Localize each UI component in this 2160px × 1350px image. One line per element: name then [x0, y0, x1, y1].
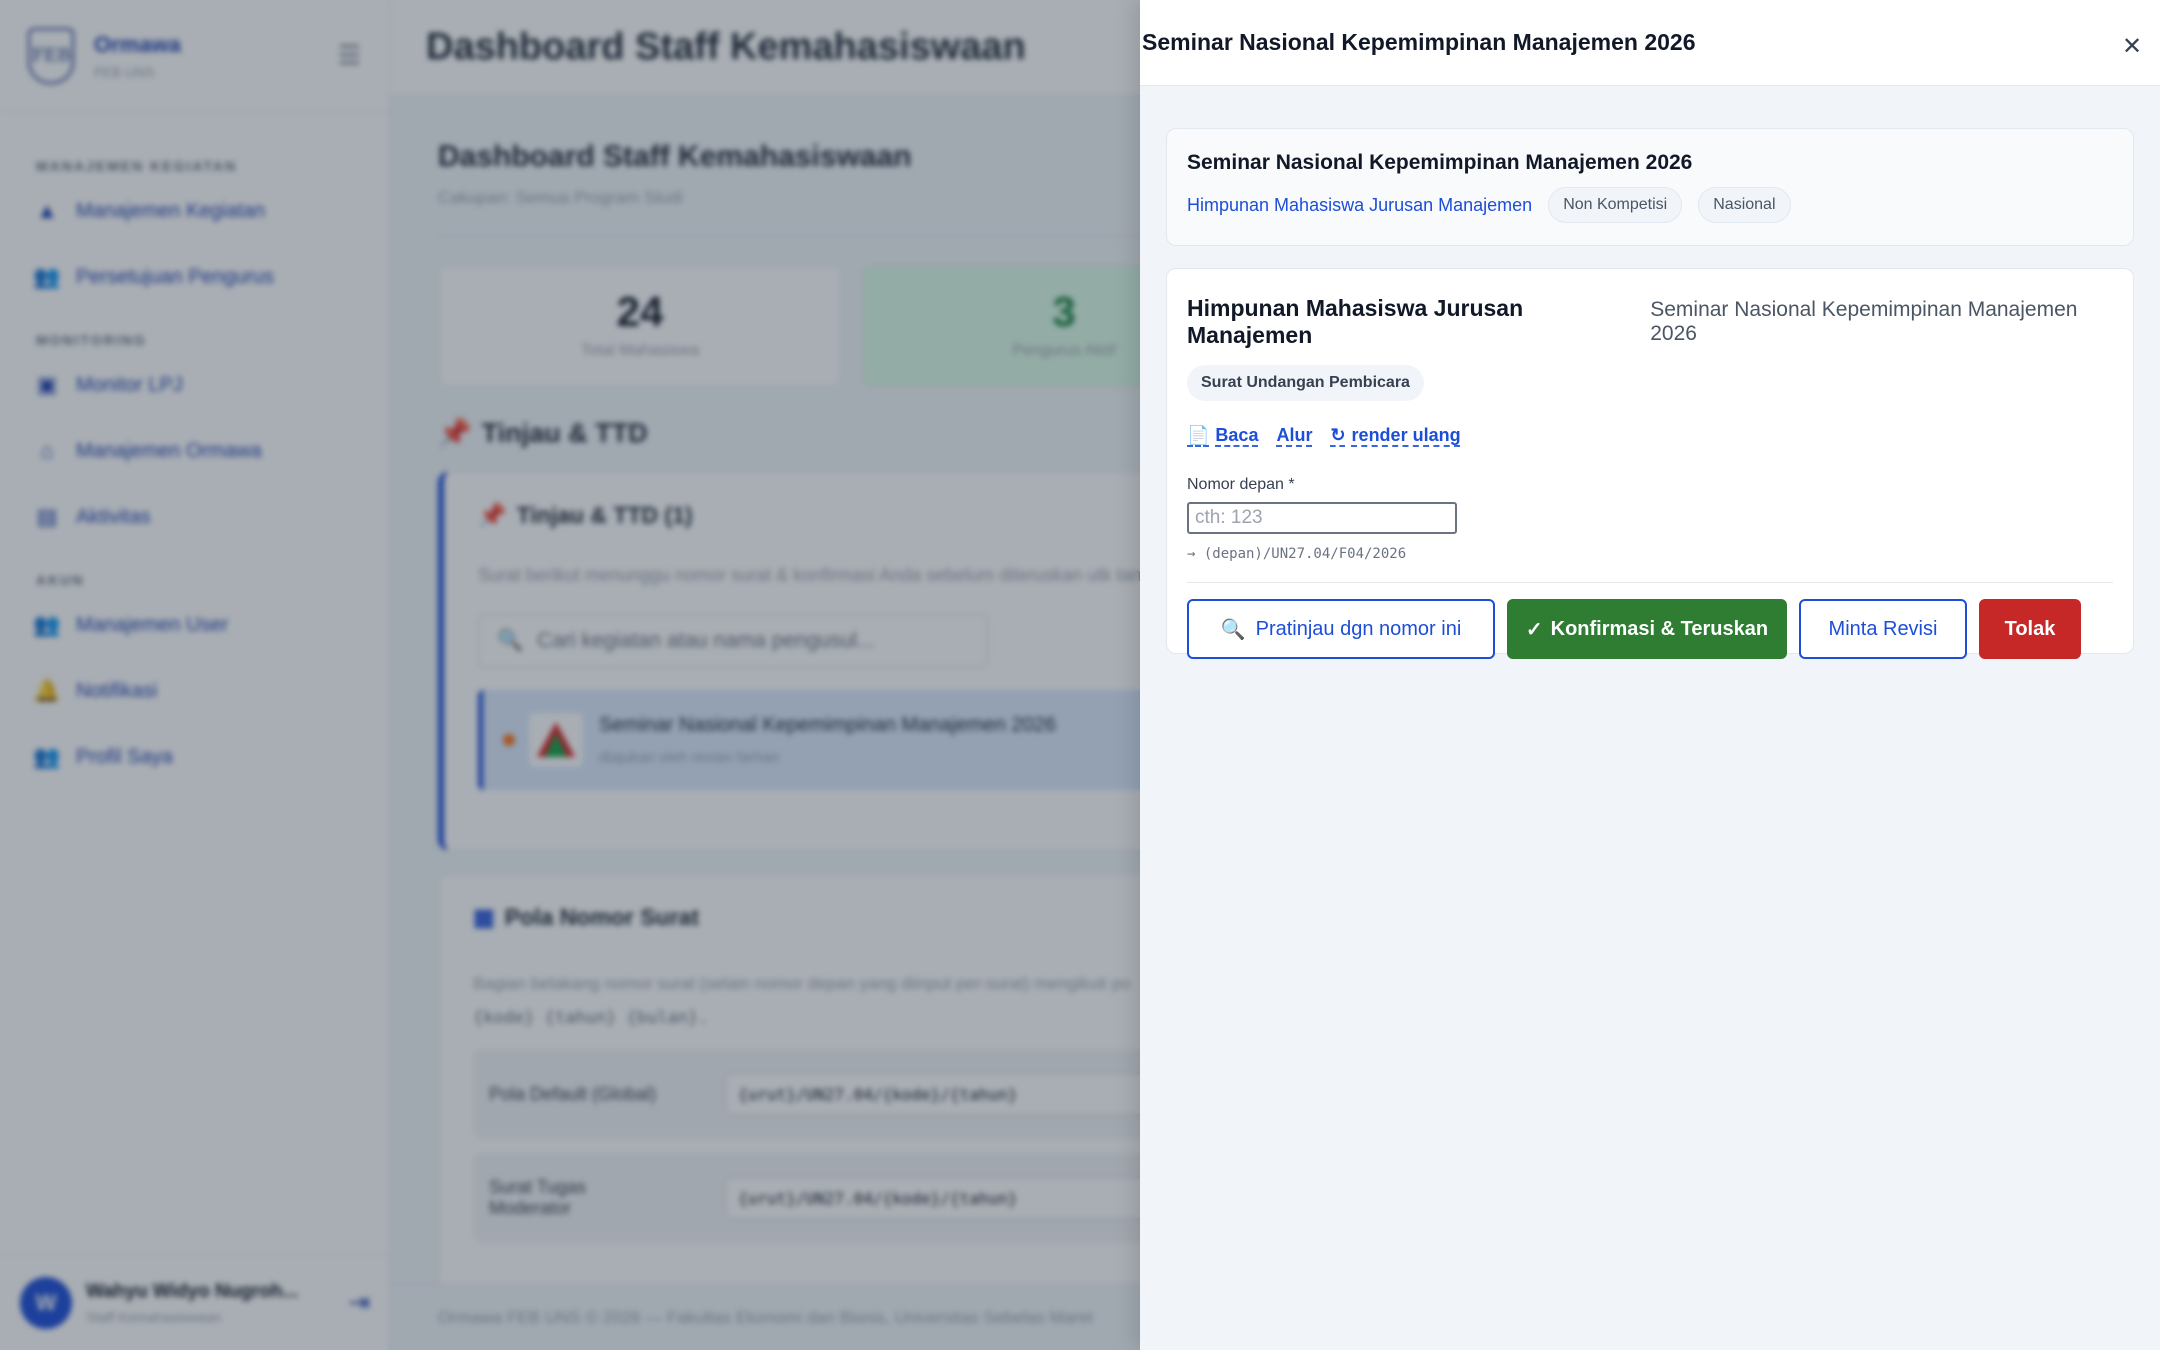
nomor-depan-label: Nomor depan * [1187, 476, 1295, 493]
modal-overlay[interactable] [0, 0, 1140, 1350]
check-icon: ✓ [1525, 618, 1543, 641]
revise-button-label: Minta Revisi [1828, 617, 1938, 640]
read-link-label: Baca [1215, 425, 1259, 445]
reject-button[interactable]: Tolak [1979, 599, 2081, 659]
divider [1187, 582, 2113, 583]
detail-drawer: Seminar Nasional Kepemimpinan Manajemen … [1140, 0, 2160, 1350]
org-link[interactable]: Himpunan Mahasiswa Jurusan Manajemen [1187, 195, 1532, 216]
level-badge: Nasional [1698, 187, 1791, 223]
read-link[interactable]: 📄 Baca [1187, 425, 1258, 446]
flow-link[interactable]: Alur [1276, 425, 1312, 446]
nomor-format-hint: → (depan)/UN27.04/F04/2026 [1187, 546, 1407, 562]
preview-button-label: Pratinjau dgn nomor ini [1255, 617, 1462, 640]
letter-card: Himpunan Mahasiswa Jurusan Manajemen Sem… [1166, 268, 2134, 659]
event-title: Seminar Nasional Kepemimpinan Manajemen … [1187, 151, 1693, 174]
letter-type-badge: Surat Undangan Pembicara [1187, 365, 1424, 401]
event-info-card: Seminar Nasional Kepemimpinan Manajemen … [1166, 128, 2134, 246]
close-icon: ✕ [2121, 32, 2143, 60]
flow-link-label: Alur [1276, 425, 1313, 445]
search-icon: 🔍 [1220, 618, 1246, 641]
drawer-header: Seminar Nasional Kepemimpinan Manajemen … [1140, 0, 2160, 86]
request-revision-button[interactable]: Minta Revisi [1799, 599, 1967, 659]
preview-button[interactable]: 🔍 Pratinjau dgn nomor ini [1187, 599, 1495, 659]
reject-button-label: Tolak [2004, 617, 2056, 640]
drawer-title: Seminar Nasional Kepemimpinan Manajemen … [1142, 29, 1696, 55]
confirm-button-label: Konfirmasi & Teruskan [1550, 617, 1769, 640]
rerender-link-label: render ulang [1351, 425, 1461, 445]
category-badge: Non Kompetisi [1548, 187, 1683, 223]
refresh-icon: ↻ [1330, 425, 1346, 445]
nomor-depan-input[interactable] [1187, 502, 1457, 534]
letter-org: Himpunan Mahasiswa Jurusan Manajemen [1187, 295, 1524, 348]
letter-event: Seminar Nasional Kepemimpinan Manajemen … [1650, 298, 2078, 345]
document-icon: 📄 [1187, 425, 1210, 445]
confirm-forward-button[interactable]: ✓ Konfirmasi & Teruskan [1507, 599, 1787, 659]
rerender-link[interactable]: ↻ render ulang [1330, 425, 1460, 446]
close-button[interactable]: ✕ [2112, 26, 2152, 66]
action-bar: 🔍 Pratinjau dgn nomor ini ✓ Konfirmasi &… [1187, 599, 2113, 659]
